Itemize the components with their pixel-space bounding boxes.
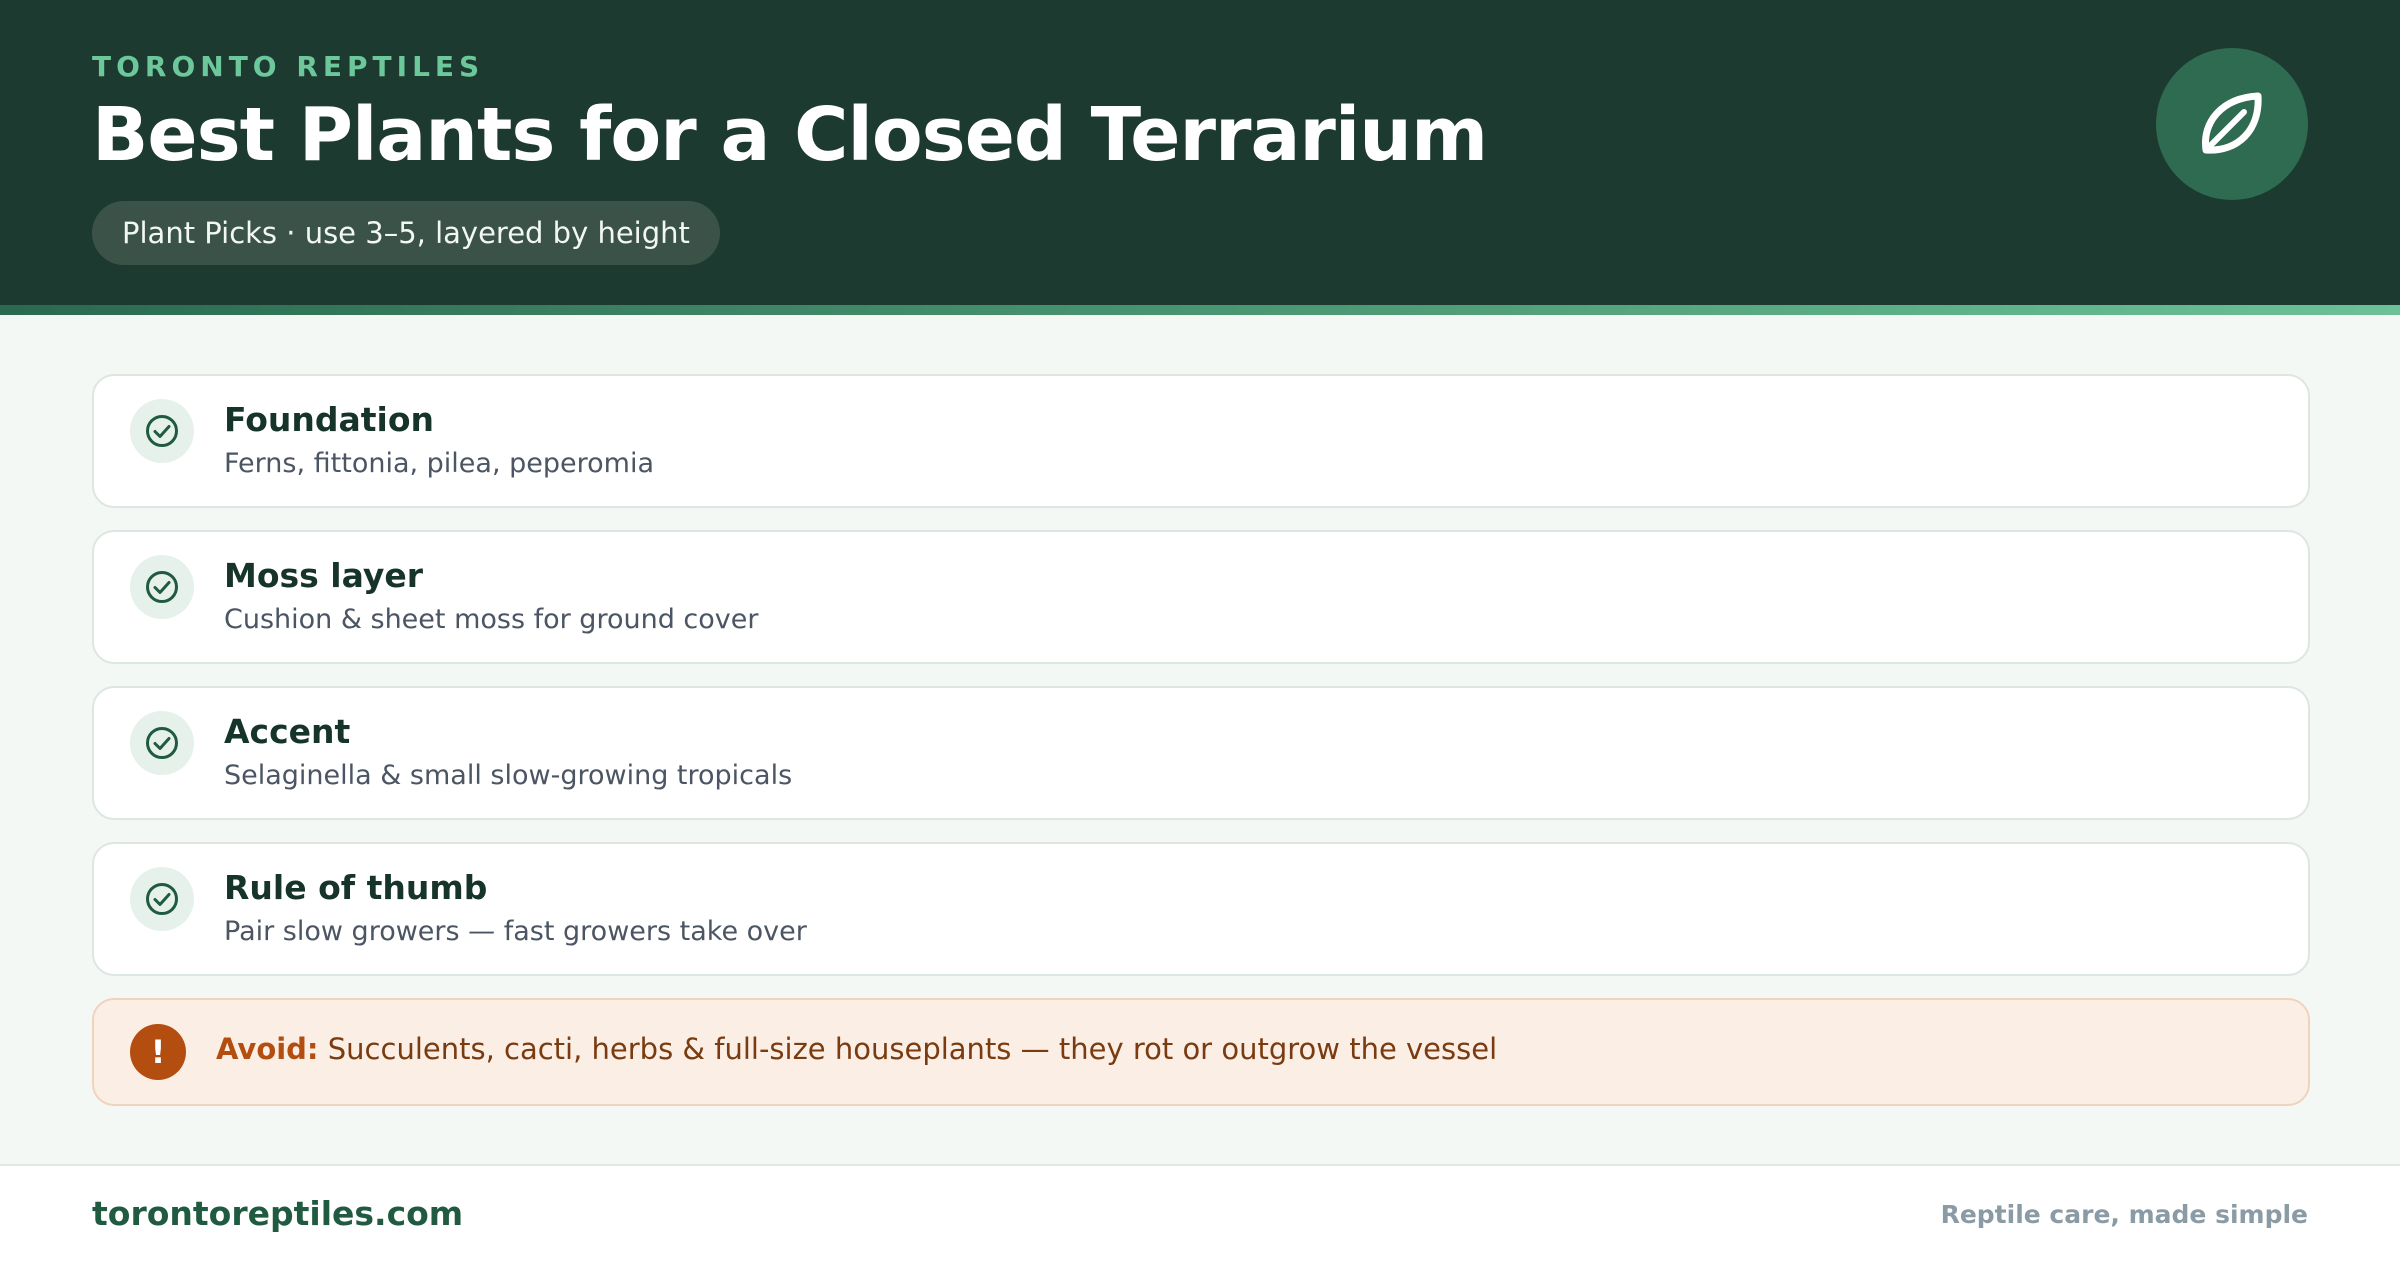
header-accent-bar: [0, 305, 2400, 315]
leaf-logo: [2156, 48, 2308, 200]
list-item-foundation: Foundation Ferns, fittonia, pilea, peper…: [92, 374, 2310, 508]
check-circle-icon: [130, 555, 194, 619]
avoid-callout: ! Avoid: Succulents, cacti, herbs & full…: [92, 998, 2310, 1106]
item-title: Foundation: [224, 400, 435, 439]
header: TORONTO REPTILES Best Plants for a Close…: [0, 0, 2400, 305]
avoid-label: Avoid:: [216, 1032, 319, 1066]
check-circle-icon: [130, 867, 194, 931]
check-circle-icon: [130, 399, 194, 463]
avoid-text: Avoid: Succulents, cacti, herbs & full-s…: [216, 1032, 1497, 1066]
page-title: Best Plants for a Closed Terrarium: [92, 92, 1488, 178]
list-item-accent: Accent Selaginella & small slow-growing …: [92, 686, 2310, 820]
item-title: Rule of thumb: [224, 868, 488, 907]
list-item-moss-layer: Moss layer Cushion & sheet moss for grou…: [92, 530, 2310, 664]
item-title: Moss layer: [224, 556, 424, 595]
brand-eyebrow: TORONTO REPTILES: [92, 50, 485, 83]
site-link[interactable]: torontoreptiles.com: [92, 1194, 463, 1233]
footer: torontoreptiles.com Reptile care, made s…: [0, 1164, 2400, 1262]
check-circle-icon: [130, 711, 194, 775]
avoid-description: Succulents, cacti, herbs & full-size hou…: [318, 1032, 1498, 1066]
item-description: Ferns, fittonia, pilea, peperomia: [224, 448, 654, 479]
item-description: Selaginella & small slow-growing tropica…: [224, 760, 793, 791]
list-item-rule-of-thumb: Rule of thumb Pair slow growers — fast g…: [92, 842, 2310, 976]
exclamation-icon: !: [130, 1024, 186, 1080]
leaf-icon: [2202, 92, 2262, 154]
item-description: Pair slow growers — fast growers take ov…: [224, 916, 807, 947]
item-description: Cushion & sheet moss for ground cover: [224, 604, 759, 635]
subtitle-pill: Plant Picks · use 3–5, layered by height: [92, 201, 720, 265]
footer-tagline: Reptile care, made simple: [1940, 1200, 2308, 1229]
item-title: Accent: [224, 712, 351, 751]
